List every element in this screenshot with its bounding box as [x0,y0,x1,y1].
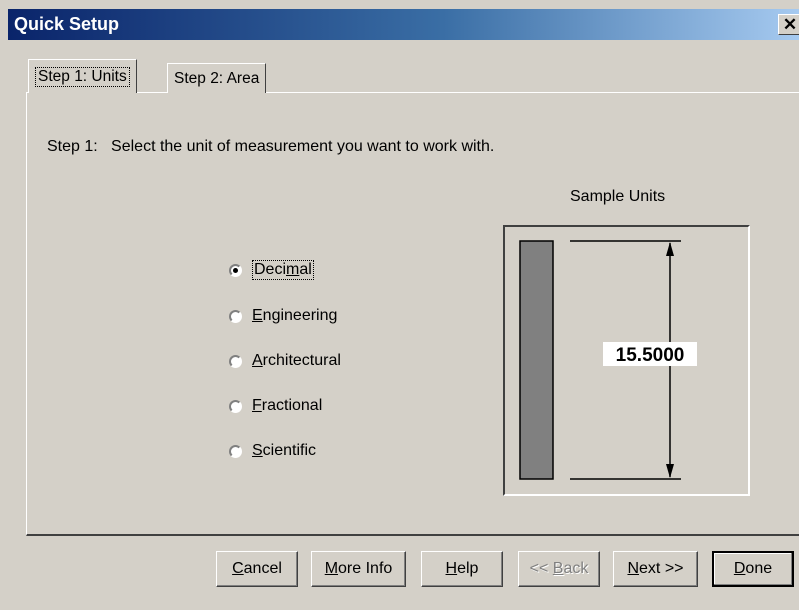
radio-button[interactable] [229,309,242,323]
radio-architectural[interactable]: Architectural [229,352,341,370]
radio-scientific[interactable]: Scientific [229,442,316,460]
tab-step2-area[interactable]: Step 2: Area [167,63,267,93]
radio-engineering[interactable]: Engineering [229,307,337,325]
window-title: Quick Setup [14,14,120,34]
radio-button[interactable] [229,444,242,458]
radio-button[interactable] [229,399,242,413]
sample-dimension-drawing: 15.5000 [519,240,697,480]
tab-label: Step 1: Units [35,66,130,87]
tab-label: Step 2: Area [174,69,260,87]
radio-button[interactable] [229,263,242,277]
help-button[interactable]: Help [421,551,503,587]
done-button[interactable]: Done [712,551,794,587]
radio-label: Architectural [252,352,341,369]
arrow-up-icon [666,242,674,256]
tab-step1-units[interactable]: Step 1: Units [28,59,137,93]
radio-label: Engineering [252,307,338,324]
radio-fractional[interactable]: Fractional [229,397,322,415]
back-button[interactable]: << Back [518,551,600,587]
instruction-text: Step 1: Select the unit of measurement y… [47,138,495,155]
close-button[interactable]: ✕ [778,14,799,35]
close-icon: ✕ [782,15,798,34]
arrow-down-icon [666,464,674,478]
cancel-button[interactable]: Cancel [216,551,298,587]
next-button[interactable]: Next >> [613,551,698,587]
radio-decimal[interactable]: Decimal [229,260,314,280]
radio-label: Scientific [252,442,317,459]
title-bar[interactable]: Quick Setup ✕ [8,9,799,40]
sample-units-title: Sample Units [570,188,666,205]
more-info-button[interactable]: More Info [311,551,406,587]
dimension-value: 15.5000 [616,345,685,366]
radio-label: Decimal [252,260,314,280]
radio-button[interactable] [229,354,242,368]
sample-bar [519,240,554,480]
radio-label: Fractional [252,397,323,414]
sample-preview: 15.5000 [503,225,750,496]
